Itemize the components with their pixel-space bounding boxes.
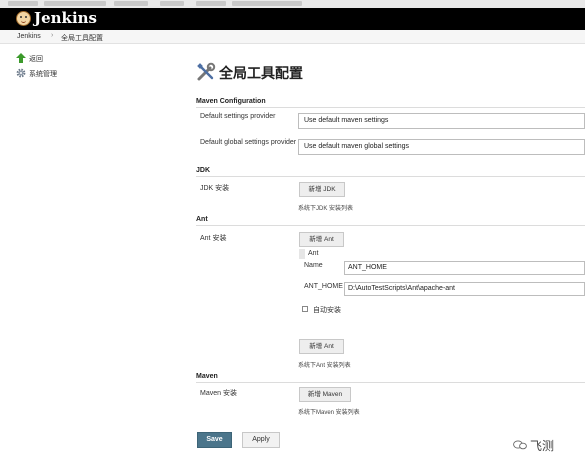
section-heading-ant: Ant	[196, 216, 208, 223]
sidebar-item-label: 返回	[29, 56, 43, 63]
up-arrow-icon	[16, 53, 26, 63]
maven-install-label: Maven 安装	[200, 390, 237, 397]
section-heading-maven: Maven	[196, 373, 218, 380]
watermark-text: 飞测	[530, 439, 555, 453]
apply-button[interactable]: Apply	[242, 432, 280, 448]
add-ant-button[interactable]: 新增 Ant	[299, 232, 344, 247]
wechat-icon	[513, 440, 527, 450]
bookmark-item[interactable]	[232, 1, 302, 6]
jdk-install-label: JDK 安装	[200, 185, 230, 192]
section-heading-jdk: JDK	[196, 167, 211, 174]
breadcrumb: Jenkins › 全局工具配置	[0, 30, 585, 44]
save-button[interactable]: Save	[197, 432, 232, 448]
default-global-settings-label: Default global settings provider	[200, 139, 297, 146]
sidebar-item-label: 系统管理	[29, 71, 57, 78]
add-maven-button[interactable]: 新增 Maven	[299, 387, 351, 402]
auto-install-checkbox[interactable]	[302, 306, 308, 312]
bookmark-item[interactable]	[114, 1, 148, 6]
jdk-list-note: 系统下JDK 安装列表	[298, 206, 354, 212]
ant-install-label: Ant 安装	[200, 235, 227, 242]
section-divider	[196, 225, 585, 226]
ant-list-note: 系统下Ant 安装列表	[298, 363, 351, 369]
bookmark-item[interactable]	[8, 1, 38, 6]
bookmark-item[interactable]	[44, 1, 106, 6]
tools-icon	[197, 62, 216, 81]
jenkins-logo-text[interactable]: Jenkins	[34, 10, 97, 27]
jenkins-logo-icon[interactable]	[16, 11, 31, 26]
ant-item-title: Ant	[308, 250, 319, 257]
auto-install-label: 自动安装	[313, 307, 341, 314]
bookmark-item[interactable]	[160, 1, 184, 6]
browser-bookmarks-bar	[0, 0, 585, 8]
breadcrumb-separator: ›	[51, 32, 54, 39]
jenkins-header: Jenkins	[0, 8, 585, 30]
section-divider	[196, 107, 585, 108]
page-title: 全局工具配置	[219, 65, 303, 81]
gear-icon	[16, 68, 26, 78]
section-divider	[196, 176, 585, 177]
breadcrumb-current[interactable]: 全局工具配置	[61, 33, 103, 43]
drag-handle-icon[interactable]	[299, 249, 305, 259]
add-ant-button-2[interactable]: 新增 Ant	[299, 339, 344, 354]
bookmark-item[interactable]	[196, 1, 226, 6]
breadcrumb-root[interactable]: Jenkins	[17, 33, 41, 40]
section-divider	[196, 382, 585, 383]
default-global-settings-select[interactable]: Use default maven global settings	[298, 139, 585, 155]
ant-name-field[interactable]: ANT_HOME	[344, 261, 585, 275]
ant-name-label: Name	[304, 262, 323, 269]
default-settings-label: Default settings provider	[200, 113, 276, 120]
ant-home-label: ANT_HOME	[304, 283, 343, 290]
maven-list-note: 系统下Maven 安装列表	[298, 410, 360, 416]
add-jdk-button[interactable]: 新增 JDK	[299, 182, 345, 197]
ant-home-field[interactable]: D:\AutoTestScripts\Ant\apache-ant	[344, 282, 585, 296]
section-heading-maven-configuration: Maven Configuration	[196, 98, 266, 105]
default-settings-select[interactable]: Use default maven settings	[298, 113, 585, 129]
